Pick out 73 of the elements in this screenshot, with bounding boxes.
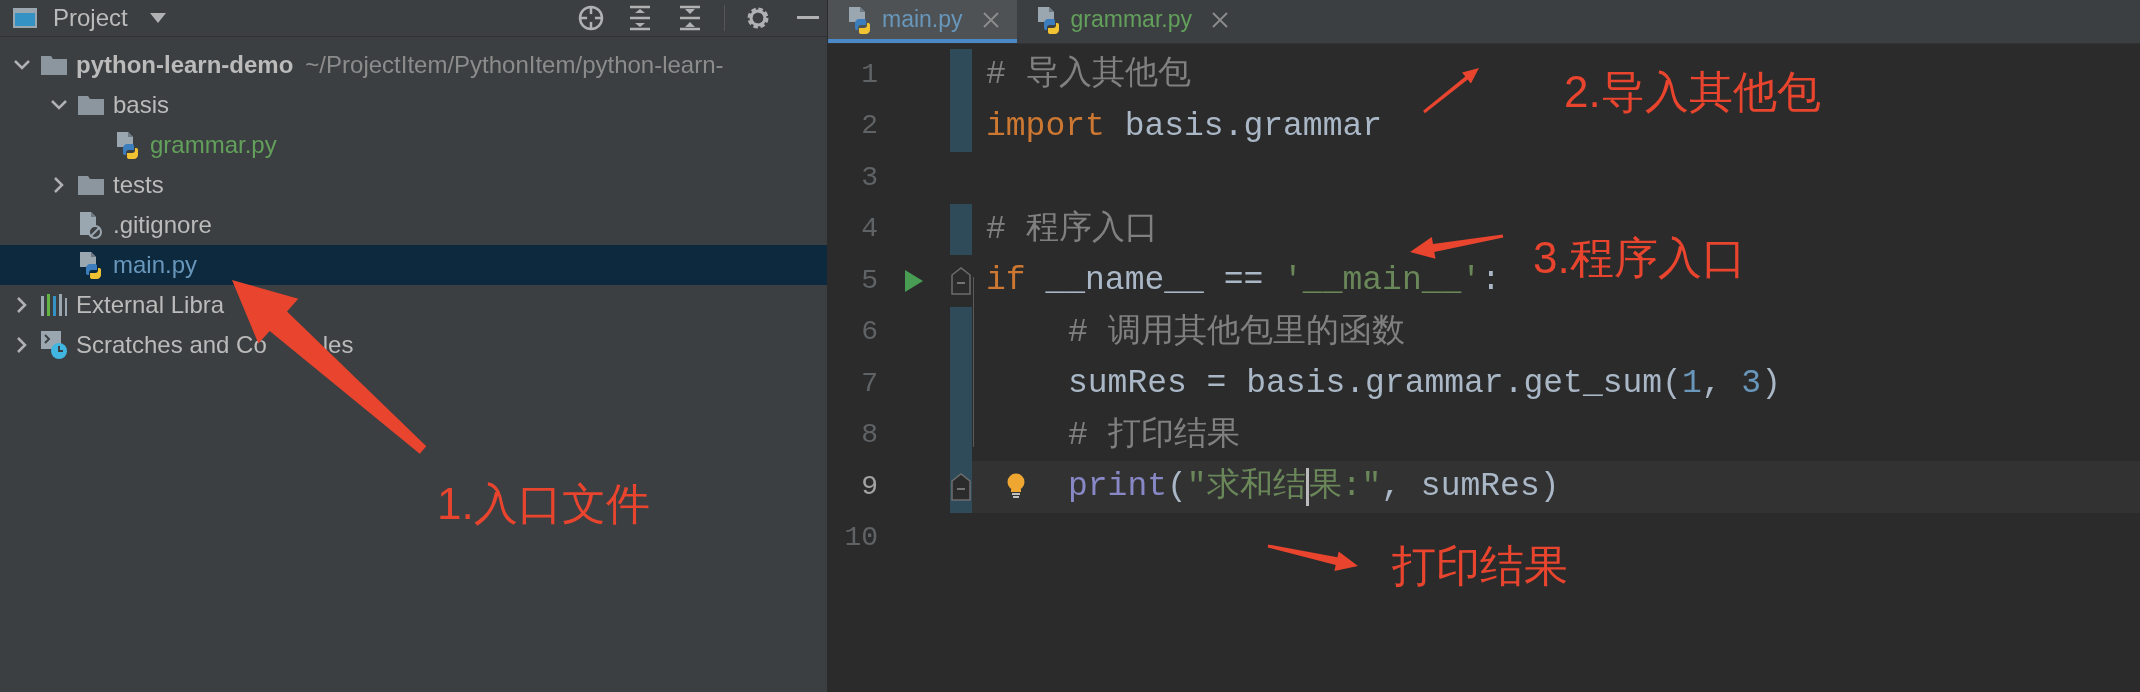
folder-icon	[40, 54, 68, 76]
annotation-arrow	[1423, 68, 1479, 114]
code-token: '__main__'	[1283, 261, 1482, 301]
code-token: "求和结	[1186, 467, 1306, 507]
panel-title[interactable]: Project	[53, 0, 128, 36]
line-number: 1	[861, 57, 878, 92]
line-number: 3	[861, 160, 878, 195]
line-number: 2	[861, 109, 878, 144]
editor-tab[interactable]: grammar.py	[1016, 0, 1246, 43]
code-token: import	[986, 106, 1105, 147]
ignored-file-icon	[79, 211, 103, 239]
code-token: # 导入其他包	[986, 54, 1191, 95]
minimize-icon[interactable]	[797, 16, 819, 20]
tree-item-label[interactable]: .gitignore	[113, 207, 212, 243]
line-number: 7	[861, 366, 878, 401]
tree-item-label[interactable]: tests	[113, 167, 164, 203]
python-file-icon	[848, 5, 872, 34]
tree-item-label[interactable]: python-learn-demo	[76, 47, 294, 83]
code-token: if	[986, 261, 1026, 301]
code-token: sumRes = basis.grammar.get_sum(	[1068, 364, 1682, 404]
folder-icon	[77, 94, 105, 116]
code-token: :	[1481, 261, 1501, 301]
chevron-down-icon[interactable]	[13, 59, 31, 71]
annotation-label: 3.程序入口	[1533, 232, 1746, 284]
line-number: 8	[861, 418, 878, 453]
project-path: ~/ProjectItem/PythonItem/python-learn-	[305, 50, 724, 80]
code-token: basis.grammar	[1123, 106, 1383, 147]
line-number: 5	[861, 263, 878, 298]
annotation-label: 1.入口文件	[437, 478, 650, 530]
code-token: # 程序入口	[986, 209, 1158, 250]
console-clock-icon	[40, 330, 68, 360]
code-token: , sumRes)	[1381, 467, 1560, 507]
tree-item-label[interactable]: Scratches and Co	[76, 327, 267, 363]
tree-item-label[interactable]: basis	[113, 87, 170, 123]
annotation-label: 打印结果	[1392, 540, 1568, 592]
chevron-down-icon[interactable]	[50, 99, 68, 111]
tree-item-label[interactable]: grammar.py	[150, 127, 277, 163]
annotation-label: 2.导入其他包	[1564, 66, 1821, 118]
line-number: 10	[844, 521, 878, 556]
close-icon[interactable]	[1212, 11, 1228, 28]
lightbulb-icon[interactable]	[1006, 473, 1026, 499]
chevron-right-icon[interactable]	[53, 176, 65, 194]
fold-marker-icon[interactable]	[950, 472, 972, 501]
tree-item-label[interactable]: main.py	[113, 247, 198, 283]
code-token: 1	[1681, 364, 1702, 404]
settings-icon[interactable]	[745, 5, 771, 31]
chevron-right-icon[interactable]	[16, 296, 28, 314]
code-token: ,	[1701, 364, 1723, 404]
code-token: __name__ ==	[1044, 261, 1265, 301]
code-token: # 调用其他包里的函数	[1068, 312, 1405, 353]
line-number: 4	[861, 212, 878, 247]
dropdown-caret-icon[interactable]	[149, 13, 166, 23]
expand-all-icon[interactable]	[628, 5, 652, 31]
folder-icon	[77, 174, 105, 196]
code-token: print	[1068, 467, 1168, 507]
code-token: # 打印结果	[1068, 415, 1240, 456]
chevron-right-icon[interactable]	[16, 336, 28, 354]
code-token: 3	[1741, 364, 1762, 404]
python-file-icon	[116, 131, 140, 159]
line-number: 9	[861, 469, 878, 504]
project-view-icon	[13, 8, 37, 28]
library-bars-icon	[40, 293, 68, 317]
collapse-all-icon[interactable]	[678, 5, 702, 31]
run-icon[interactable]	[904, 268, 924, 293]
line-number: 6	[861, 315, 878, 350]
python-file-icon	[1036, 5, 1061, 34]
fold-marker-icon[interactable]	[950, 266, 972, 295]
code-token: (	[1167, 467, 1187, 507]
code-token: 果:"	[1308, 467, 1382, 507]
python-file-icon	[79, 251, 103, 279]
code-token: )	[1761, 364, 1781, 404]
locate-icon[interactable]	[578, 5, 604, 31]
tree-item-label[interactable]: External Libra	[76, 287, 225, 323]
